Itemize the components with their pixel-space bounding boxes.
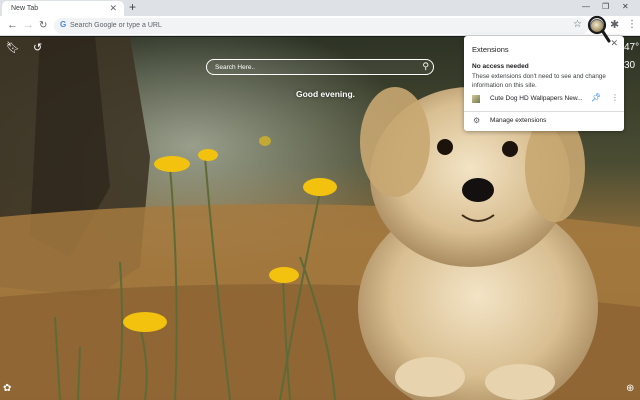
manage-extensions-label: Manage extensions — [490, 117, 547, 124]
divider — [464, 111, 624, 112]
omnibox[interactable]: G ☆ — [54, 18, 589, 34]
bookmark-icon[interactable]: 🔖︎ — [6, 42, 20, 54]
reload-icon[interactable]: ↻ — [39, 19, 47, 32]
extension-name[interactable]: Cute Dog HD Wallpapers New... — [490, 95, 583, 102]
page-search-input[interactable] — [215, 61, 415, 73]
section-heading: No access needed — [472, 63, 529, 70]
window-restore-button[interactable]: ❐ — [602, 2, 609, 12]
menu-dots-icon[interactable]: ⋮ — [627, 19, 637, 30]
tab-strip: New Tab ✕ + — ❐ ✕ — [0, 0, 640, 16]
weather-temperature: 47° — [624, 42, 640, 53]
google-g-icon: G — [60, 20, 67, 29]
manage-extensions-item[interactable]: ⚙ Manage extensions — [464, 114, 624, 128]
forward-arrow-icon[interactable]: → — [23, 19, 34, 32]
browser-toolbar: ← → ↻ G ☆ — [0, 16, 640, 36]
omnibox-input[interactable] — [70, 19, 570, 32]
history-icon[interactable]: ↺ — [33, 42, 42, 54]
new-tab-button[interactable]: + — [129, 0, 136, 15]
clock-text: 30 — [624, 60, 636, 71]
popup-title: Extensions — [472, 45, 509, 54]
pin-icon[interactable]: 📌︎ — [591, 93, 601, 102]
tab-close-icon[interactable]: ✕ — [109, 3, 117, 14]
greeting-text: Good evening. — [296, 89, 356, 99]
settings-gear-icon: ⚙ — [473, 116, 481, 125]
back-arrow-icon[interactable]: ← — [7, 19, 18, 32]
extension-row[interactable]: Cute Dog HD Wallpapers New... 📌︎ ⋮ — [464, 93, 624, 107]
globe-icon[interactable]: ⊕ — [626, 383, 634, 394]
close-icon[interactable]: ✕ — [610, 38, 618, 49]
extensions-popup: Extensions ✕ No access needed These exte… — [464, 36, 624, 131]
extension-avatar-icon[interactable] — [590, 19, 604, 33]
extension-thumbnail-icon — [472, 95, 480, 103]
more-options-icon[interactable]: ⋮ — [611, 93, 619, 102]
window-close-button[interactable]: ✕ — [622, 2, 629, 12]
star-icon[interactable]: ☆ — [573, 19, 582, 30]
tab-new-tab[interactable]: New Tab ✕ — [2, 1, 124, 16]
page-search-box[interactable]: ⚲ — [206, 59, 434, 75]
tab-title: New Tab — [11, 5, 39, 12]
window-minimize-button[interactable]: — — [582, 2, 590, 12]
section-description: These extensions don't need to see and c… — [472, 73, 606, 89]
settings-gear-icon[interactable]: ✿ — [3, 383, 11, 394]
puzzle-icon[interactable]: ✱ — [610, 18, 619, 31]
search-icon[interactable]: ⚲ — [422, 61, 429, 72]
